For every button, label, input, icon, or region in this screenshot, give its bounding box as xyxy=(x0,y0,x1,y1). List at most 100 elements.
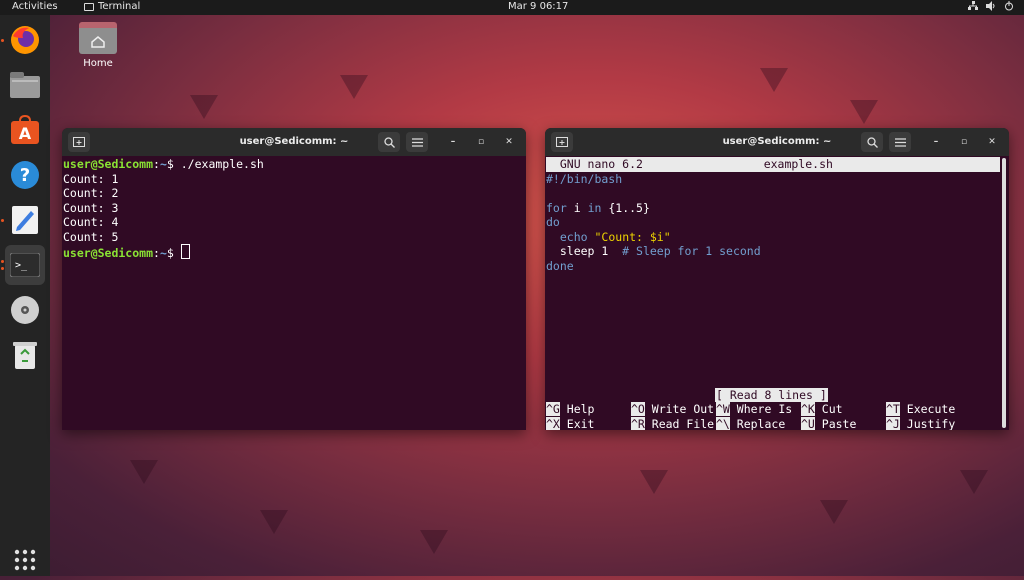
prompt-user: user@Sedicomm xyxy=(63,246,154,260)
prompt-end: $ xyxy=(166,246,181,260)
firefox-icon xyxy=(11,26,39,54)
output-line: Count: 4 xyxy=(63,215,119,229)
wallpaper-shape xyxy=(960,470,988,494)
titlebar[interactable]: user@Sedicomm: ~ – ▫ ✕ xyxy=(62,128,526,156)
maximize-button[interactable]: ▫ xyxy=(474,135,488,149)
search-button[interactable] xyxy=(378,132,400,152)
desktop-home-icon[interactable]: Home xyxy=(76,22,120,69)
nano-editor[interactable]: GNU nano 6.2 example.sh #!/bin/bash for i … xyxy=(545,156,1009,274)
terminal-small-icon xyxy=(84,2,94,11)
maximize-button[interactable]: ▫ xyxy=(957,135,971,149)
hamburger-icon xyxy=(894,137,906,147)
help-launcher[interactable]: ? xyxy=(5,155,45,195)
house-icon xyxy=(91,36,105,48)
search-button[interactable] xyxy=(861,132,883,152)
minimize-icon: – xyxy=(933,137,939,147)
shortcut-label: Justify xyxy=(899,416,956,431)
text-cursor xyxy=(180,244,190,259)
shortcut-help: ^G Help xyxy=(546,402,631,417)
wallpaper-shape xyxy=(760,68,788,92)
code-line: echo "Count: $i" xyxy=(546,230,671,244)
output-line: Count: 1 xyxy=(63,171,119,186)
shortcut-label: Replace xyxy=(729,416,786,431)
show-applications-button[interactable] xyxy=(5,540,45,580)
system-tray[interactable] xyxy=(968,1,1014,11)
power-icon xyxy=(1005,1,1013,11)
trash-icon xyxy=(13,342,37,369)
scrollbar[interactable] xyxy=(1002,158,1006,428)
running-indicator xyxy=(1,260,4,263)
prompt-line: user@Sedicomm:~$ ./example.sh xyxy=(63,157,264,171)
svg-text:>_: >_ xyxy=(15,260,28,271)
titlebar[interactable]: user@Sedicomm: ~ – ▫ ✕ xyxy=(545,128,1009,156)
comment: # Sleep for 1 second xyxy=(622,244,761,258)
shortcut-label: Where Is xyxy=(729,402,793,416)
shortcut-key: ^K xyxy=(801,402,815,416)
shortcut-key: ^W xyxy=(716,402,730,416)
shortcut-label: Cut xyxy=(814,402,843,416)
app-name: Terminal xyxy=(98,1,141,12)
close-button[interactable]: ✕ xyxy=(985,135,999,149)
prompt-end: $ xyxy=(166,157,181,171)
home-label: Home xyxy=(83,58,113,69)
shortcut-key: ^J xyxy=(886,416,900,430)
app-menu[interactable]: Terminal xyxy=(84,1,140,12)
menu-button[interactable] xyxy=(889,132,911,152)
shortcut-label: Help xyxy=(559,402,595,416)
terminal-window-left[interactable]: user@Sedicomm: ~ – ▫ ✕ user@Sedicomm:~$ … xyxy=(62,128,526,430)
code-text: sleep 1 xyxy=(546,244,623,258)
nano-filename: example.sh xyxy=(763,157,833,171)
minimize-button[interactable]: – xyxy=(446,135,460,149)
nano-shortcuts: ^G Help ^O Write Out ^W Where Is ^K Cut … xyxy=(546,402,971,430)
files-icon xyxy=(10,72,40,98)
shortcut-label: Exit xyxy=(559,416,595,431)
shortcut-label: Read File xyxy=(644,416,715,431)
running-indicator xyxy=(1,39,4,42)
show-applications-icon xyxy=(14,549,36,571)
shortcut-label: Execute xyxy=(899,402,956,416)
keyword: in xyxy=(587,200,602,215)
shortcut-cut: ^K Cut xyxy=(801,402,886,417)
terminal-launcher[interactable]: >_ xyxy=(5,245,45,285)
software-launcher[interactable]: A xyxy=(5,110,45,150)
shortcut-execute: ^T Execute xyxy=(886,402,971,417)
firefox-launcher[interactable] xyxy=(5,20,45,60)
shortcut-replace: ^\ Replace xyxy=(716,416,801,431)
terminal-window-right[interactable]: user@Sedicomm: ~ – ▫ ✕ GNU nano 6.2 examp… xyxy=(545,128,1009,430)
prompt-line: user@Sedicomm:~$ xyxy=(63,244,190,260)
close-button[interactable]: ✕ xyxy=(502,135,516,149)
shortcut-key: ^T xyxy=(886,402,900,416)
code-text: {1..5} xyxy=(601,200,650,215)
prompt-path: ~ xyxy=(159,246,167,260)
trash-launcher[interactable] xyxy=(5,335,45,375)
maximize-icon: ▫ xyxy=(477,137,485,147)
disc-launcher[interactable] xyxy=(5,290,45,330)
clock[interactable]: Mar 9 06:17 xyxy=(508,1,568,12)
network-icon xyxy=(968,1,978,10)
prompt-path: ~ xyxy=(159,157,167,171)
close-icon: ✕ xyxy=(505,137,513,147)
menu-button[interactable] xyxy=(406,132,428,152)
prompt-user: user@Sedicomm xyxy=(63,157,154,171)
shortcut-read-file: ^R Read File xyxy=(631,416,716,431)
wallpaper-shape xyxy=(640,470,668,494)
files-launcher[interactable] xyxy=(5,65,45,105)
code-text: i xyxy=(566,200,588,215)
prompt-sep: : xyxy=(153,246,160,260)
shortcut-row: ^G Help ^O Write Out ^W Where Is ^K Cut … xyxy=(546,402,971,417)
disc-icon xyxy=(11,296,39,324)
text-editor-icon xyxy=(12,206,38,234)
minimize-button[interactable]: – xyxy=(929,135,943,149)
search-icon xyxy=(866,136,878,148)
close-icon: ✕ xyxy=(988,137,996,147)
terminal-content[interactable]: user@Sedicomm:~$ ./example.sh Count: 1 C… xyxy=(62,156,526,262)
home-folder-icon xyxy=(79,22,117,54)
running-indicator xyxy=(1,219,4,222)
activities-button[interactable]: Activities xyxy=(12,1,58,12)
output-line: Count: 3 xyxy=(63,200,119,215)
dock: A ? >_ xyxy=(0,15,50,576)
shortcut-write-out: ^O Write Out xyxy=(631,402,716,417)
terminal-icon: >_ xyxy=(10,253,40,277)
search-icon xyxy=(383,136,395,148)
text-editor-launcher[interactable] xyxy=(5,200,45,240)
